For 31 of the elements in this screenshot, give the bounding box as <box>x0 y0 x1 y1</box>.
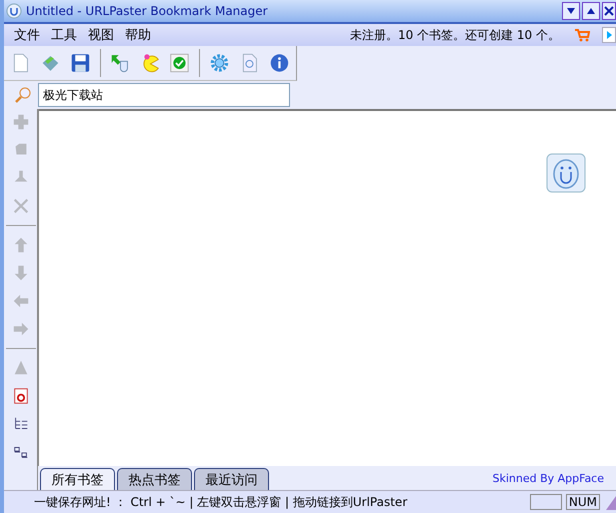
info-icon[interactable] <box>269 52 290 74</box>
menu-item[interactable]: 视图 <box>84 26 121 44</box>
settings-icon[interactable] <box>209 52 230 74</box>
tab[interactable]: 所有书签 <box>40 468 115 490</box>
registration-status: 未注册。10 个书签。还可创建 10 个。 <box>350 26 560 44</box>
triangle-up-icon <box>586 6 596 16</box>
triangle-down-icon <box>566 6 576 16</box>
triangle-right-icon <box>605 30 613 40</box>
scroll-right-button[interactable] <box>602 27 616 43</box>
search-icon <box>14 86 32 104</box>
num-lock-indicator: NUM <box>566 494 600 510</box>
menu-item[interactable]: 帮助 <box>121 26 158 44</box>
import-icon[interactable] <box>110 52 131 74</box>
skin-credit: Skinned By AppFace <box>492 472 604 484</box>
status-hint: 一键保存网址! ： Ctrl + `~ | 左键双击悬浮窗 | 拖动链接到UrlPaster <box>34 494 408 510</box>
menu-item[interactable]: 工具 <box>47 26 84 44</box>
menu-item[interactable]: 文件 <box>10 26 47 44</box>
cart-icon[interactable] <box>574 28 590 42</box>
search-field[interactable]: 极光下载站 <box>38 83 290 107</box>
close-button[interactable] <box>602 2 616 20</box>
save-icon[interactable] <box>70 52 91 74</box>
window-title: Untitled - URLPaster Bookmark Manager <box>26 4 269 18</box>
tab[interactable]: 热点书签 <box>117 468 192 490</box>
minimize-button[interactable] <box>562 2 580 20</box>
status-pane <box>530 494 562 510</box>
close-icon <box>604 6 614 16</box>
smiley-u-icon[interactable] <box>546 153 586 193</box>
tab[interactable]: 最近访问 <box>194 468 269 490</box>
check-icon[interactable] <box>169 52 190 74</box>
maximize-button[interactable] <box>582 2 600 20</box>
resize-grip-icon <box>604 494 616 510</box>
